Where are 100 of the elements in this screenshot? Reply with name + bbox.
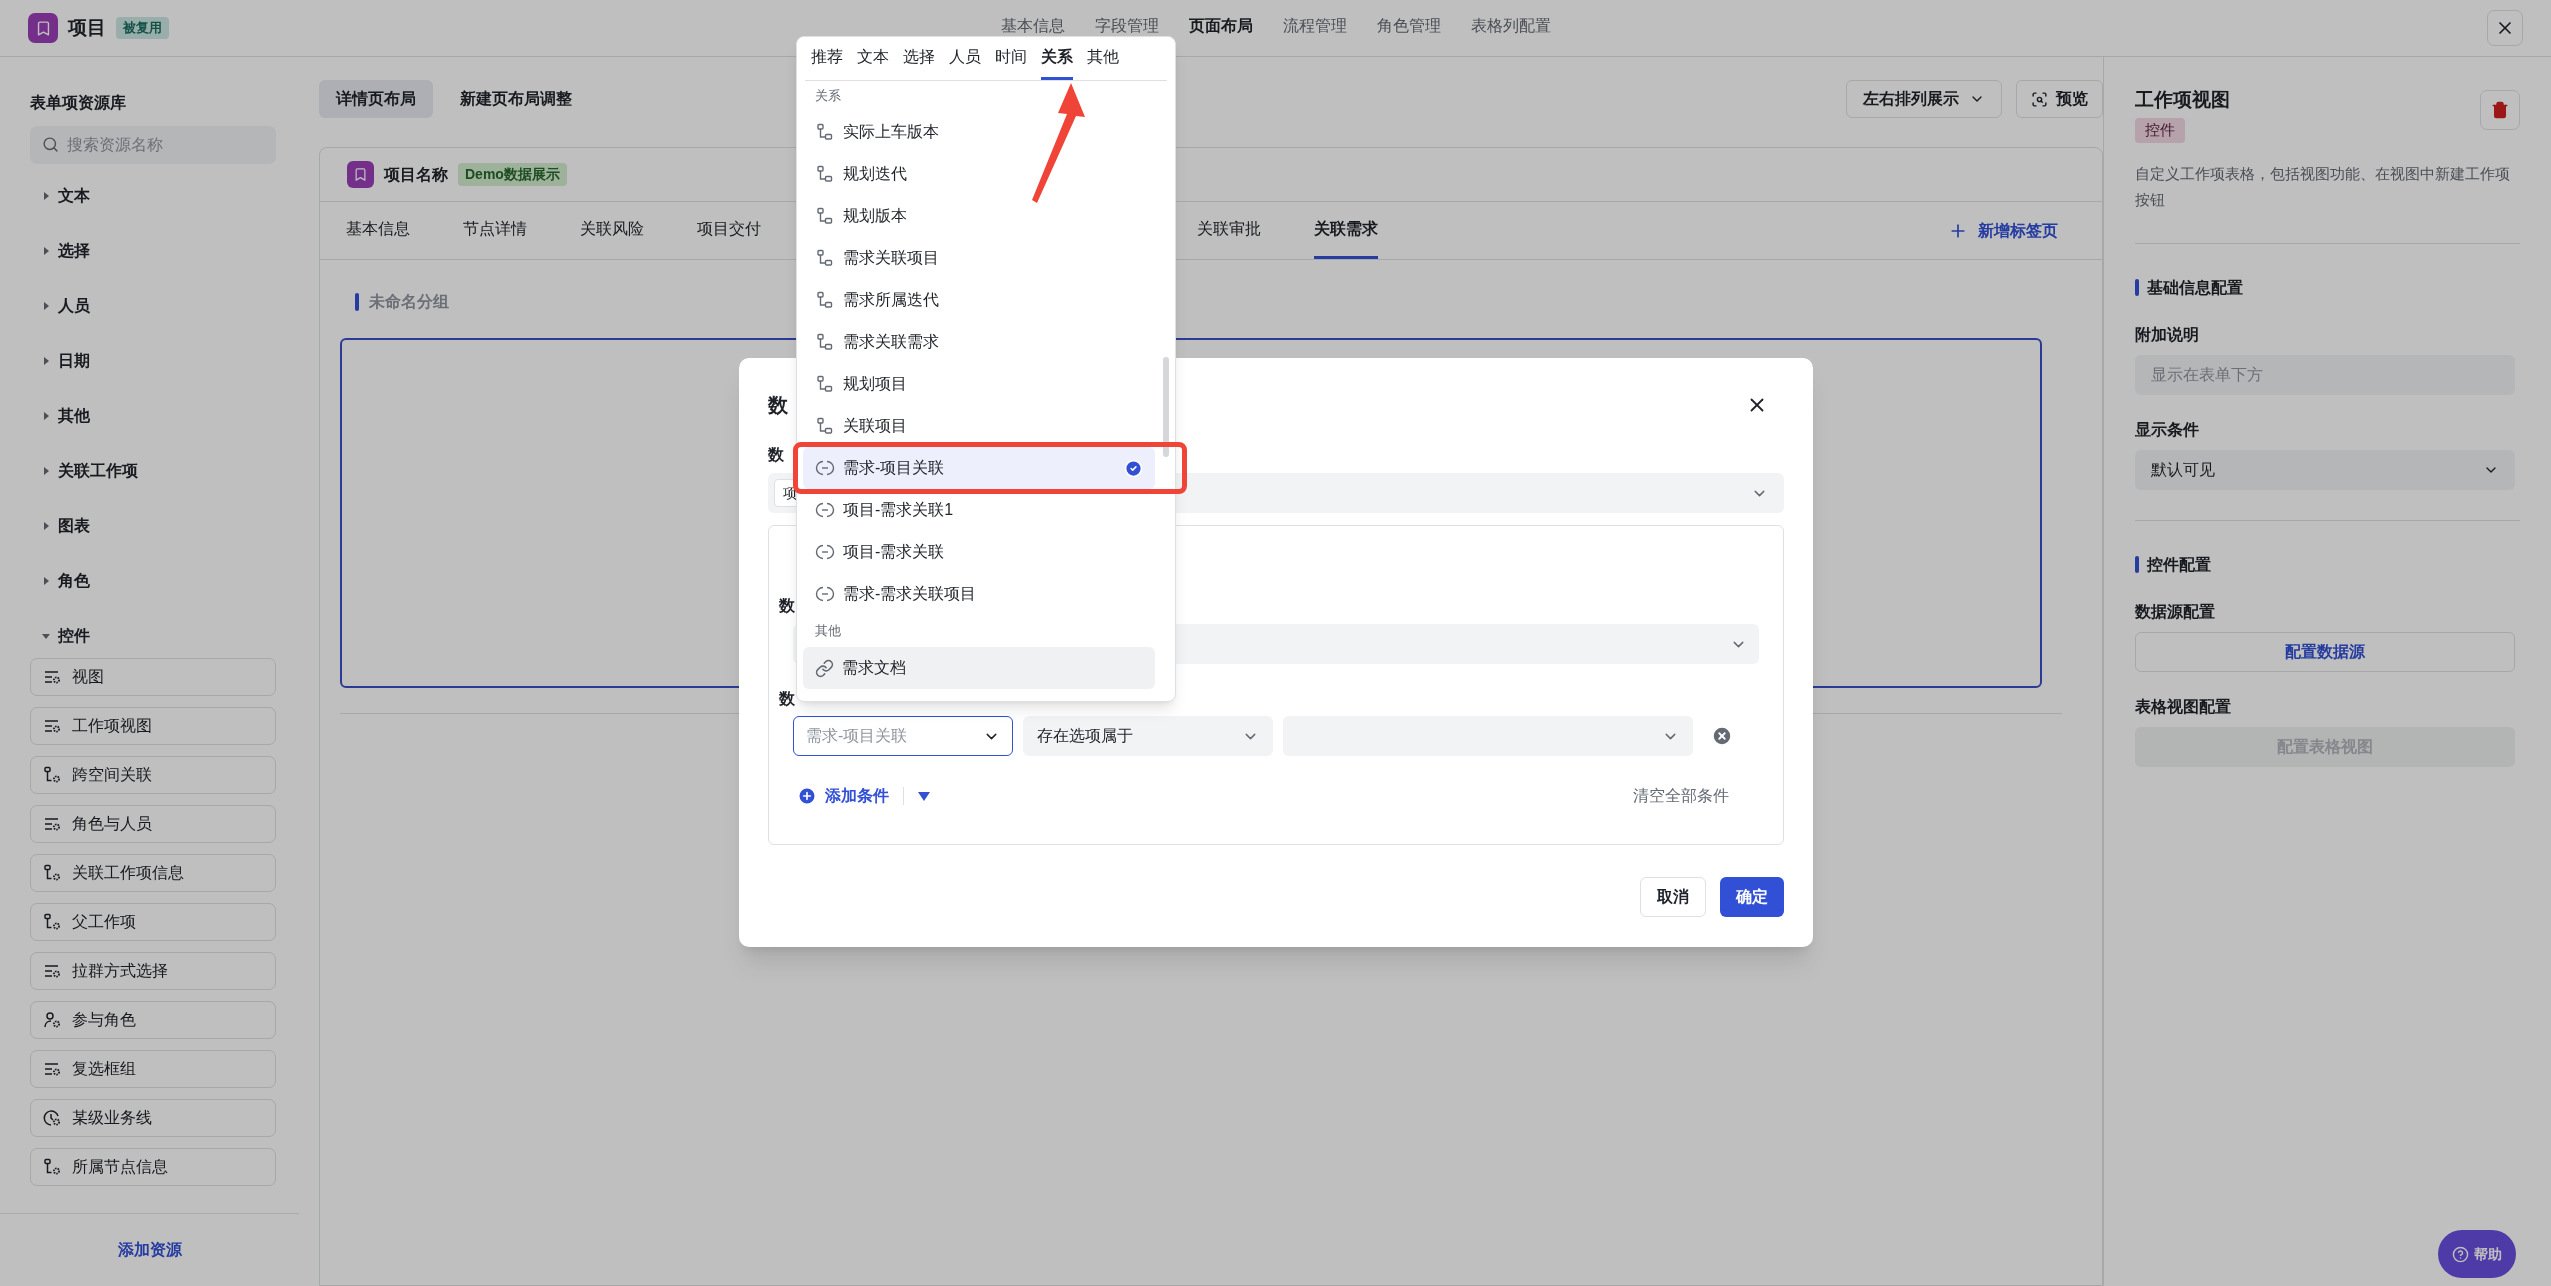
link-circle-icon [815, 458, 835, 478]
delete-button[interactable] [2480, 90, 2520, 130]
category-tab[interactable]: 推荐 [811, 37, 843, 80]
resource-item[interactable]: 拉群方式选择 [30, 952, 276, 990]
trash-icon [2491, 101, 2509, 119]
nav-tab[interactable]: 角色管理 [1376, 16, 1441, 56]
tree-icon [815, 248, 835, 268]
category-label[interactable]: 人员 [58, 294, 90, 318]
category-tab[interactable]: 其他 [1087, 37, 1119, 80]
layout-tab[interactable]: 详情页布局 [319, 80, 433, 118]
category-tab[interactable]: 选择 [903, 37, 935, 80]
field-label: 数 [779, 596, 795, 616]
reused-badge: 被复用 [116, 17, 169, 39]
cancel-button[interactable]: 取消 [1640, 877, 1706, 917]
nav-tab[interactable]: 表格列配置 [1470, 16, 1551, 56]
dropdown-item[interactable]: 规划项目 [803, 363, 1155, 405]
category-label[interactable]: 其他 [58, 404, 90, 428]
resource-item[interactable]: 某级业务线 [30, 1099, 276, 1137]
card-tab[interactable]: 节点详情 [463, 202, 527, 259]
category-label[interactable]: 选择 [58, 239, 90, 263]
control-badge: 控件 [2135, 118, 2185, 143]
category-label[interactable]: 控件 [58, 624, 90, 648]
dropdown-item[interactable]: 需求关联需求 [803, 321, 1155, 363]
resource-item[interactable]: 参与角色 [30, 1001, 276, 1039]
modal-title: 数 [768, 393, 788, 418]
caret-down-icon[interactable] [918, 791, 930, 801]
clock-settings-icon [42, 1108, 62, 1128]
resource-item[interactable]: 角色与人员 [30, 805, 276, 843]
dropdown-item[interactable]: 需求文档 [803, 647, 1155, 689]
dropdown-item[interactable]: 规划迭代 [803, 153, 1155, 195]
dropdown-item[interactable]: 需求所属迭代 [803, 279, 1155, 321]
tree-icon [815, 332, 835, 352]
section-title: 控件配置 [2147, 554, 2211, 575]
card-tab[interactable]: 关联风险 [580, 202, 644, 259]
tree-icon [815, 122, 835, 142]
bookmark-icon [353, 167, 368, 182]
category-label[interactable]: 图表 [58, 514, 90, 538]
search-field[interactable]: 搜索资源名称 [30, 126, 276, 164]
add-resource-link[interactable]: 添加资源 [117, 1238, 182, 1262]
help-icon [2452, 1245, 2469, 1263]
dropdown-item[interactable]: 需求-项目关联 [803, 447, 1155, 489]
category-label[interactable]: 文本 [58, 184, 90, 208]
resource-item[interactable]: 所属节点信息 [30, 1148, 276, 1186]
category-tab[interactable]: 时间 [995, 37, 1027, 80]
field-label: 附加说明 [2135, 324, 2200, 345]
panel-description: 自定义工作项表格，包括视图功能、在视图中新建工作项按钮 [2135, 163, 2511, 210]
resource-item[interactable]: 视图 [30, 658, 276, 696]
dropdown-item[interactable]: 项目-需求关联 [803, 531, 1155, 573]
card-tab[interactable]: 项目交付 [697, 202, 761, 259]
plus-circle-icon [797, 786, 817, 806]
group-label: 其他 [814, 622, 842, 641]
dropdown-item[interactable]: 关联项目 [803, 405, 1155, 447]
tree-icon [815, 374, 835, 394]
clear-conditions-button[interactable]: 清空全部条件 [1633, 784, 1729, 808]
resource-item[interactable]: 复选框组 [30, 1050, 276, 1088]
description-field[interactable]: 显示在表单下方 [2135, 354, 2515, 395]
search-icon [42, 136, 59, 153]
category-tab[interactable]: 人员 [949, 37, 981, 80]
config-button[interactable]: 配置数据源 [2135, 631, 2515, 672]
arrange-select[interactable]: 左右排列展示 [1846, 80, 2002, 118]
operator-select[interactable]: 存在选项属于 [1023, 716, 1273, 756]
help-button[interactable]: 帮助 [2438, 1230, 2516, 1278]
preview-button[interactable]: 预览 [2016, 80, 2103, 118]
resource-item[interactable]: 父工作项 [30, 903, 276, 941]
resource-item[interactable]: 关联工作项信息 [30, 854, 276, 892]
nav-tab[interactable]: 流程管理 [1282, 16, 1347, 56]
person-settings-icon [42, 1010, 62, 1030]
dropdown-item[interactable]: 实际上车版本 [803, 111, 1155, 153]
preview-icon [2031, 90, 2048, 108]
nav-tab[interactable]: 页面布局 [1188, 16, 1253, 56]
tree-settings-icon [42, 1157, 62, 1177]
dropdown-item[interactable]: 需求-需求关联项目 [803, 573, 1155, 615]
add-condition-button[interactable]: 添加条件 [797, 784, 889, 808]
add-tab-button[interactable]: 新增标签页 [1948, 202, 2058, 259]
link-icon [815, 658, 834, 678]
tree-icon [815, 206, 835, 226]
category-label[interactable]: 角色 [58, 569, 90, 593]
category-tab[interactable]: 关系 [1041, 37, 1073, 80]
sidebar-title: 表单项资源库 [29, 93, 127, 113]
section-marker [2135, 556, 2139, 573]
card-tab[interactable]: 关联需求 [1314, 202, 1378, 259]
check-icon [1124, 458, 1143, 478]
category-label[interactable]: 日期 [58, 349, 90, 373]
card-tab[interactable]: 关联审批 [1197, 202, 1261, 259]
card-tab[interactable]: 基本信息 [346, 202, 410, 259]
dropdown-item[interactable]: 规划版本 [803, 195, 1155, 237]
group-label: 关系 [814, 87, 842, 106]
section-marker [2135, 279, 2139, 296]
close-button[interactable] [2487, 10, 2523, 46]
resource-item[interactable]: 工作项视图 [30, 707, 276, 745]
resource-item[interactable]: 跨空间关联 [30, 756, 276, 794]
remove-condition-icon[interactable] [1711, 725, 1733, 747]
condition-select[interactable]: 默认可见 [2135, 449, 2515, 490]
dropdown-item[interactable]: 需求关联项目 [803, 237, 1155, 279]
page-title: 项目 [68, 15, 106, 40]
confirm-button[interactable]: 确定 [1720, 877, 1784, 917]
layout-tab[interactable]: 新建页布局调整 [443, 80, 589, 118]
section-title: 基础信息配置 [2147, 277, 2243, 298]
category-label[interactable]: 关联工作项 [58, 459, 138, 483]
category-tab[interactable]: 文本 [857, 37, 889, 80]
